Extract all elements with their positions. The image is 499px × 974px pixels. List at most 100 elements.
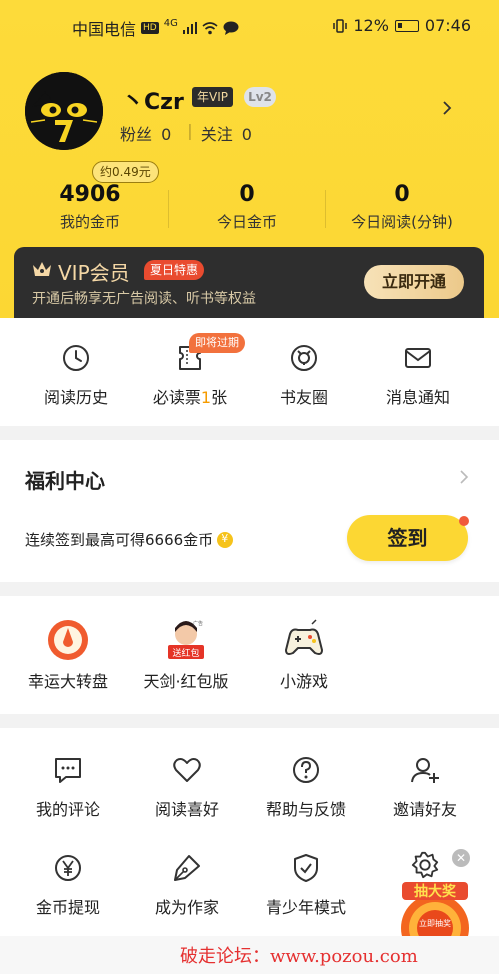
stat-value: 4906 xyxy=(59,182,121,207)
activity-label: 天剑·红包版 xyxy=(143,672,229,691)
tool-invite-friends[interactable]: 邀请好友 xyxy=(363,754,487,820)
tool-teen-mode[interactable]: 青少年模式 xyxy=(244,852,368,918)
tool-become-writer[interactable]: 成为作家 xyxy=(125,852,249,918)
chat-bubble-icon xyxy=(223,21,239,35)
menu-label: 必读票1张 xyxy=(128,384,252,408)
stat-today-reading[interactable]: 0 今日阅读(分钟) xyxy=(322,160,482,232)
promo-badge: 夏日特惠 xyxy=(144,260,205,280)
avatar[interactable] xyxy=(25,72,103,150)
tool-label: 青少年模式 xyxy=(265,898,346,917)
tool-help-feedback[interactable]: 帮助与反馈 xyxy=(244,754,368,820)
quick-menu-card: 阅读历史 必读票1张 书友圈 消息通知 xyxy=(0,318,499,426)
hd-icon: HD xyxy=(141,22,159,34)
chevron-right-icon[interactable] xyxy=(458,469,470,485)
lottery-button-label: 立即抽奖 xyxy=(419,918,451,928)
wifi-icon xyxy=(202,21,218,34)
battery-icon xyxy=(394,19,419,32)
tool-label: 邀请好友 xyxy=(392,800,457,819)
menu-notifications[interactable]: 消息通知 xyxy=(356,342,480,408)
stat-value: 0 xyxy=(394,182,410,207)
stat-label: 今日金币 xyxy=(216,213,277,231)
sign-in-button[interactable]: 签到 xyxy=(347,515,468,561)
divider: | xyxy=(187,121,193,140)
fans-label: 粉丝 xyxy=(120,125,153,144)
ticket-count: 1 xyxy=(200,388,212,407)
notification-dot xyxy=(459,516,469,526)
expire-soon-badge: 即将过期 xyxy=(189,333,245,353)
gamepad-icon xyxy=(285,619,323,655)
tool-label: 金币提现 xyxy=(35,898,100,917)
coin-value-hint: 约0.49元 xyxy=(92,161,159,183)
vip-description: 开通后畅享无广告阅读、听书等权益 xyxy=(32,291,256,307)
game-banner-icon: 送红包 广告 xyxy=(168,620,204,659)
carrier-label: 中国电信 xyxy=(72,20,137,39)
lottery-button-text-1: 立即抽奖 xyxy=(419,918,451,928)
vip-title: VIP会员 xyxy=(58,261,130,285)
open-vip-button[interactable]: 立即开通 xyxy=(364,265,464,299)
activity-game-ad[interactable]: 送红包 广告 天剑·红包版 xyxy=(124,618,248,692)
comment-icon xyxy=(55,758,81,783)
fans-link[interactable]: 粉丝 0 xyxy=(120,121,175,145)
stat-label: 今日阅读(分钟) xyxy=(351,213,453,231)
mail-icon xyxy=(405,348,431,368)
stat-label: 我的金币 xyxy=(59,213,120,231)
stat-value: 0 xyxy=(239,182,255,207)
activity-label: 小游戏 xyxy=(279,672,328,691)
ticket-unit: 张 xyxy=(211,388,228,407)
activity-mini-games[interactable]: 小游戏 xyxy=(242,618,366,692)
tool-reading-preference[interactable]: 阅读喜好 xyxy=(125,754,249,820)
shield-icon xyxy=(294,854,318,882)
wheel-icon xyxy=(48,620,88,660)
activity-label: 幸运大转盘 xyxy=(27,672,108,691)
menu-label: 阅读历史 xyxy=(43,388,108,407)
ad-label: 广告 xyxy=(193,620,203,627)
chevron-right-icon[interactable] xyxy=(440,101,454,115)
following-link[interactable]: 关注 0 xyxy=(201,121,256,145)
follow-stats: 粉丝 0 | 关注 0 xyxy=(120,121,260,145)
crown-icon xyxy=(33,262,51,276)
tool-label: 成为作家 xyxy=(154,898,219,917)
heart-icon xyxy=(173,758,201,782)
menu-reading-history[interactable]: 阅读历史 xyxy=(14,342,138,408)
welfare-title: 福利中心 xyxy=(25,469,105,493)
pen-icon xyxy=(174,855,200,881)
fans-count: 0 xyxy=(161,125,172,144)
signal-bars-icon xyxy=(182,22,197,34)
following-label: 关注 xyxy=(200,125,233,144)
tool-coin-withdraw[interactable]: 金币提现 xyxy=(6,852,130,918)
following-count: 0 xyxy=(241,125,252,144)
nickname: 丶Czr xyxy=(122,90,184,115)
avatar-cat-image xyxy=(25,72,103,150)
profile-header: 中国电信 HD 4G 12% 07:46 丶Czr 年VIP Lv2 粉丝 0 … xyxy=(0,0,499,318)
ticket-label: 必读票 xyxy=(152,388,201,407)
vip-badge: 年VIP xyxy=(192,87,233,107)
circle-icon xyxy=(291,345,317,371)
help-icon xyxy=(293,757,319,783)
stats-row: 4906 我的金币 0 今日金币 0 今日阅读(分钟) xyxy=(0,160,499,240)
welfare-desc-text: 连续签到最高可得6666金币 xyxy=(25,531,214,549)
menu-label: 消息通知 xyxy=(385,388,450,407)
clock-time: 07:46 xyxy=(424,16,471,35)
menu-book-circle[interactable]: 书友圈 xyxy=(242,342,366,408)
tool-label: 帮助与反馈 xyxy=(265,800,346,819)
lottery-title: 抽大奖 xyxy=(414,883,457,900)
vibrate-icon xyxy=(333,18,348,33)
level-badge: Lv2 xyxy=(244,87,276,107)
watermark-text: 破走论坛：www.pozou.com xyxy=(180,946,418,967)
activity-lucky-wheel[interactable]: 幸运大转盘 xyxy=(6,618,130,692)
activities-card: 幸运大转盘 送红包 广告 天剑·红包版 小游戏 xyxy=(0,596,499,714)
close-icon[interactable]: ✕ xyxy=(452,849,470,867)
welfare-description: 连续签到最高可得6666金币 xyxy=(25,529,234,550)
vip-banner[interactable]: VIP会员 夏日特惠 开通后畅享无广告阅读、听书等权益 立即开通 xyxy=(14,247,484,318)
status-bar: 中国电信 HD 4G 12% 07:46 xyxy=(0,0,499,52)
game-badge-text: 送红包 xyxy=(172,647,199,659)
tool-label: 阅读喜好 xyxy=(154,800,219,819)
signal-icon: 4G xyxy=(163,17,178,29)
gear-icon[interactable] xyxy=(410,850,440,880)
add-user-icon xyxy=(411,758,439,783)
tool-my-comments[interactable]: 我的评论 xyxy=(6,754,130,820)
coin-icon xyxy=(217,531,234,548)
battery-percent: 12% xyxy=(353,16,389,35)
stat-today-coins[interactable]: 0 今日金币 xyxy=(167,160,327,232)
menu-label: 书友圈 xyxy=(279,388,328,407)
